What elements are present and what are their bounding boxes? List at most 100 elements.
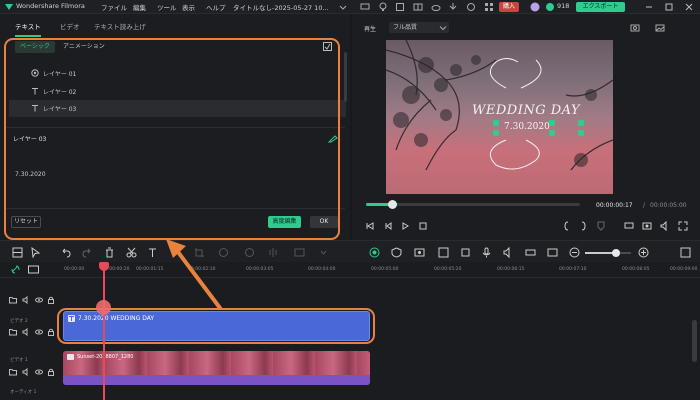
tab-text[interactable]: テキスト: [15, 17, 41, 37]
more-icon[interactable]: [318, 247, 329, 258]
audio-icon[interactable]: [268, 247, 279, 258]
folder-icon[interactable]: [9, 328, 17, 336]
cloud-icon[interactable]: [431, 2, 441, 12]
layout-grid-icon[interactable]: [12, 247, 23, 258]
credits-count: 918: [557, 2, 570, 10]
shield-icon[interactable]: [391, 247, 402, 258]
layout-icon[interactable]: [413, 2, 423, 12]
annotation-arrow: [166, 239, 222, 310]
overlay-date: 7.30.2020: [504, 122, 550, 132]
resize-handle[interactable]: [493, 120, 499, 126]
volume-icon[interactable]: [660, 221, 670, 231]
filmora-logo-icon: [4, 2, 14, 12]
play-icon[interactable]: [400, 221, 410, 231]
menu-help[interactable]: ヘルプ: [206, 2, 226, 12]
resize-handle[interactable]: [578, 130, 584, 136]
delete-icon[interactable]: [104, 247, 115, 258]
snapshot-icon[interactable]: [642, 221, 652, 231]
text-tool-icon[interactable]: [148, 247, 159, 258]
select-cursor-icon[interactable]: [30, 247, 41, 258]
playback-scrubber[interactable]: [387, 200, 397, 209]
menu-file[interactable]: ファイル: [101, 2, 127, 12]
zoom-in-icon[interactable]: [638, 247, 649, 258]
snap-icon[interactable]: [525, 247, 536, 258]
mask-icon[interactable]: [438, 247, 449, 258]
settings-grid-icon[interactable]: [680, 247, 691, 258]
lock-icon[interactable]: [47, 296, 55, 304]
zoom-slider[interactable]: [585, 249, 631, 257]
marker-icon[interactable]: [596, 221, 610, 231]
tab-video[interactable]: ビデオ: [60, 17, 80, 37]
eye-icon[interactable]: [35, 368, 43, 376]
folder-icon[interactable]: [9, 296, 17, 304]
document-title: タイトルなし-2025-05-27 10...: [233, 4, 329, 12]
minimize-icon[interactable]: [644, 2, 654, 12]
mark-out-icon[interactable]: [578, 221, 588, 231]
link-icon[interactable]: [547, 247, 558, 258]
menu-edit[interactable]: 編集: [133, 2, 146, 12]
track-label-video-2: ビデオ 2: [10, 319, 28, 324]
fullscreen-icon[interactable]: [678, 221, 688, 231]
video-clip-icon: [67, 354, 74, 360]
eye-icon[interactable]: [35, 296, 43, 304]
overlay-title: WEDDING DAY: [472, 103, 581, 118]
scissors-icon[interactable]: [126, 247, 137, 258]
redo-icon[interactable]: [82, 247, 93, 258]
resize-handle[interactable]: [493, 130, 499, 136]
track-manager-icon[interactable]: [28, 265, 39, 274]
step-back-icon[interactable]: [383, 221, 393, 231]
display-icon[interactable]: [624, 221, 634, 231]
color-icon[interactable]: [244, 247, 255, 258]
stabilize-icon[interactable]: [294, 247, 305, 258]
lock-icon[interactable]: [47, 368, 55, 376]
zoom-slider-knob[interactable]: [612, 249, 620, 257]
ruler-label: 00:00:07:10: [559, 267, 587, 272]
menu-view[interactable]: 表示: [182, 2, 195, 12]
tab-text-to-speech[interactable]: テキスト読み上げ: [94, 17, 146, 37]
close-icon[interactable]: [684, 2, 694, 12]
chevron-down-icon[interactable]: [338, 2, 348, 12]
monitor-icon[interactable]: [360, 2, 370, 12]
buy-button[interactable]: 購入: [499, 2, 519, 12]
layer-list-scrollbar[interactable]: [344, 52, 347, 102]
bulb-icon[interactable]: [378, 2, 388, 12]
playback-progress-track[interactable]: [366, 200, 580, 209]
menu-tools[interactable]: ツール: [157, 2, 177, 12]
ai-assist-icon[interactable]: [369, 247, 380, 258]
undo-icon[interactable]: [60, 247, 71, 258]
camera-icon[interactable]: [630, 23, 640, 33]
microphone-icon[interactable]: [481, 247, 492, 258]
mark-in-icon[interactable]: [562, 221, 572, 231]
voiceover-icon[interactable]: [503, 247, 514, 258]
export-button[interactable]: エクスポート: [576, 2, 625, 12]
resize-handle[interactable]: [549, 130, 555, 136]
mute-icon[interactable]: [22, 296, 30, 304]
grid-icon[interactable]: [484, 2, 494, 12]
preview-label: 再生: [364, 26, 377, 33]
mute-icon[interactable]: [22, 368, 30, 376]
link-toggle-icon[interactable]: [11, 265, 20, 274]
avatar[interactable]: [530, 2, 540, 12]
lock-icon[interactable]: [47, 328, 55, 336]
playhead-marker[interactable]: [96, 300, 111, 315]
frame-icon[interactable]: [460, 247, 471, 258]
maximize-icon[interactable]: [664, 2, 674, 12]
ruler-label: 00:00:05:20: [434, 267, 462, 272]
zoom-out-icon[interactable]: [569, 247, 580, 258]
account-icon[interactable]: [466, 2, 476, 12]
render-icon[interactable]: [414, 247, 425, 258]
download-icon[interactable]: [448, 2, 458, 12]
skip-back-icon[interactable]: [365, 221, 375, 231]
image-icon[interactable]: [655, 23, 665, 33]
video-preview[interactable]: WEDDING DAY 7.30.2020: [386, 40, 613, 194]
timeline-scrollbar[interactable]: [692, 320, 697, 362]
playhead-line[interactable]: [103, 262, 105, 400]
resize-handle[interactable]: [578, 120, 584, 126]
video-clip[interactable]: Sunset-2028807_1280: [63, 351, 370, 385]
mute-icon[interactable]: [22, 328, 30, 336]
eye-icon[interactable]: [35, 328, 43, 336]
folder-icon[interactable]: [9, 368, 17, 376]
stop-icon[interactable]: [418, 221, 428, 231]
save-icon[interactable]: [395, 2, 405, 12]
resize-handle[interactable]: [549, 120, 555, 126]
